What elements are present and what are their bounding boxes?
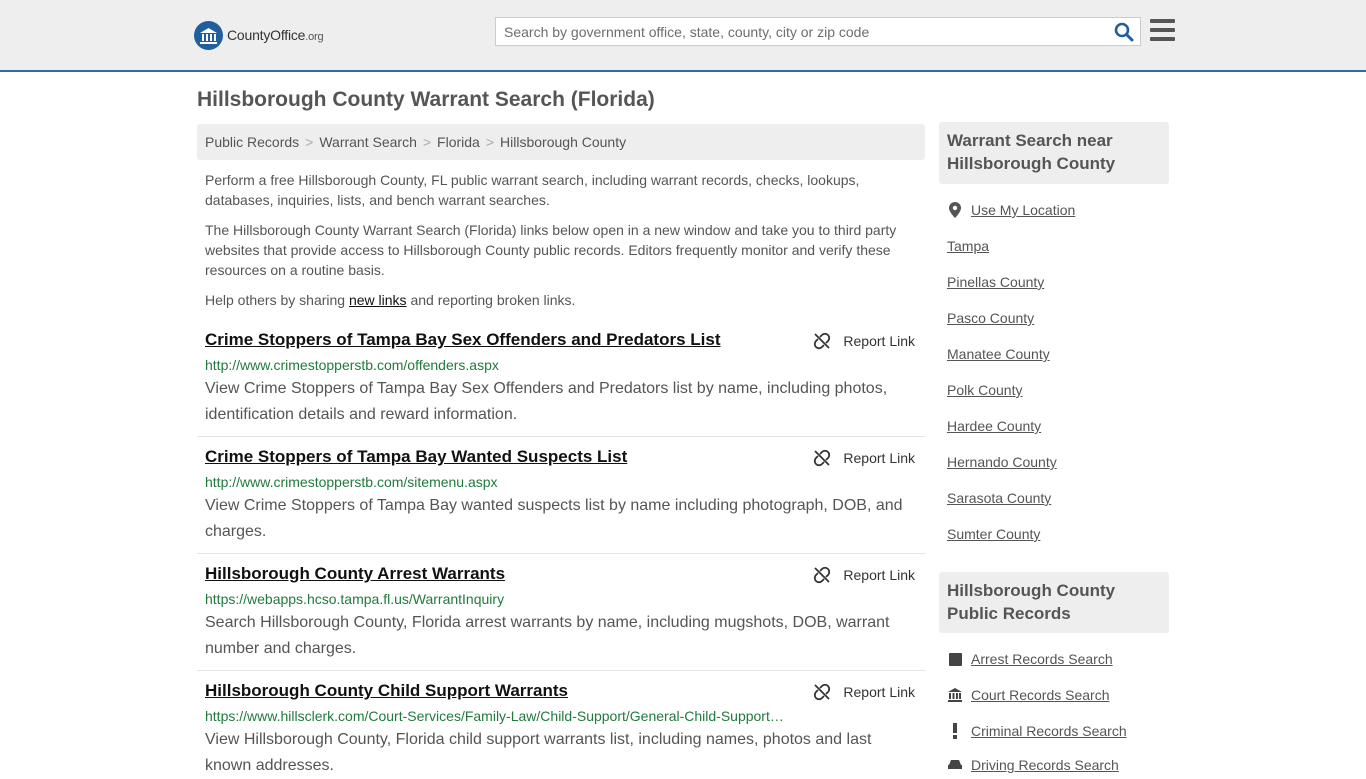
result-description: View Hillsborough County, Florida child …	[205, 731, 872, 774]
result-title-link[interactable]: Crime Stoppers of Tampa Bay Wanted Suspe…	[205, 447, 627, 467]
site-logo[interactable]: CountyOffice.org	[194, 20, 324, 50]
exclamation-icon	[947, 723, 963, 739]
logo-text: CountyOffice.org	[227, 27, 324, 43]
result-description: View Crime Stoppers of Tampa Bay wanted …	[205, 497, 903, 540]
broken-link-icon	[814, 683, 831, 701]
hamburger-menu-icon[interactable]	[1150, 19, 1175, 41]
site-header: CountyOffice.org	[0, 0, 1366, 72]
search-bar	[495, 17, 1141, 46]
result-url: https://www.hillsclerk.com/Court-Service…	[205, 708, 784, 724]
breadcrumb-county[interactable]: Hillsborough County	[500, 134, 626, 150]
result-description: View Crime Stoppers of Tampa Bay Sex Off…	[205, 380, 888, 423]
result-title-link[interactable]: Crime Stoppers of Tampa Bay Sex Offender…	[205, 330, 721, 350]
use-my-location-link[interactable]: Use My Location	[947, 202, 1075, 218]
report-link-button[interactable]: Report Link	[813, 332, 915, 350]
square-icon	[947, 651, 963, 667]
result-description: Search Hillsborough County, Florida arre…	[205, 614, 890, 657]
report-link-button[interactable]: Report Link	[813, 683, 915, 701]
new-links-link[interactable]: new links	[349, 292, 407, 308]
driving-records-link[interactable]: Driving Records Search	[947, 757, 1119, 773]
result-item: Crime Stoppers of Tampa Bay Wanted Suspe…	[197, 447, 925, 554]
result-item: Crime Stoppers of Tampa Bay Sex Offender…	[197, 330, 925, 437]
criminal-records-link[interactable]: Criminal Records Search	[947, 723, 1127, 739]
result-url: https://webapps.hcso.tampa.fl.us/Warrant…	[205, 591, 505, 607]
breadcrumb: Public Records > Warrant Search > Florida > Hi…	[197, 124, 925, 160]
result-item: Hillsborough County Child Support Warran…	[197, 681, 925, 774]
logo-emblem-icon	[194, 20, 223, 50]
broken-link-icon	[814, 332, 831, 350]
nearby-link-pasco[interactable]: Pasco County	[947, 310, 1034, 326]
page-title: Hillsborough County Warrant Search (Flor…	[197, 88, 655, 111]
nearby-link-polk[interactable]: Polk County	[947, 382, 1022, 398]
court-records-link[interactable]: Court Records Search	[947, 687, 1110, 703]
courthouse-icon	[947, 687, 963, 703]
breadcrumb-warrant-search[interactable]: Warrant Search	[319, 134, 417, 150]
breadcrumb-public-records[interactable]: Public Records	[205, 134, 299, 150]
result-title-link[interactable]: Hillsborough County Child Support Warran…	[205, 681, 568, 701]
search-icon[interactable]	[1114, 22, 1134, 42]
nearby-link-hardee[interactable]: Hardee County	[947, 418, 1041, 434]
car-icon	[947, 757, 963, 773]
intro-paragraph-2: The Hillsborough County Warrant Search (…	[205, 222, 897, 278]
nearby-link-pinellas[interactable]: Pinellas County	[947, 274, 1044, 290]
intro-paragraph-3: Help others by sharing new links and rep…	[205, 292, 576, 308]
nearby-heading: Warrant Search near Hillsborough County	[939, 122, 1169, 184]
report-link-button[interactable]: Report Link	[813, 566, 915, 584]
nearby-link-sumter[interactable]: Sumter County	[947, 526, 1040, 542]
breadcrumb-florida[interactable]: Florida	[437, 134, 480, 150]
public-records-heading: Hillsborough County Public Records	[939, 572, 1169, 633]
nearby-link-manatee[interactable]: Manatee County	[947, 346, 1050, 362]
result-url: http://www.crimestopperstb.com/sitemenu.…	[205, 474, 498, 490]
nearby-link-sarasota[interactable]: Sarasota County	[947, 490, 1051, 506]
broken-link-icon	[814, 449, 831, 467]
result-title-link[interactable]: Hillsborough County Arrest Warrants	[205, 564, 505, 584]
search-input[interactable]	[496, 18, 1096, 45]
arrest-records-link[interactable]: Arrest Records Search	[947, 651, 1113, 667]
report-link-button[interactable]: Report Link	[813, 449, 915, 467]
nearby-link-tampa[interactable]: Tampa	[947, 238, 989, 254]
result-item: Hillsborough County Arrest Warrants Repo…	[197, 564, 925, 671]
nearby-link-hernando[interactable]: Hernando County	[947, 454, 1057, 470]
intro-paragraph-1: Perform a free Hillsborough County, FL p…	[205, 172, 860, 208]
result-url: http://www.crimestopperstb.com/offenders…	[205, 357, 499, 373]
map-pin-icon	[947, 202, 963, 218]
broken-link-icon	[814, 566, 831, 584]
